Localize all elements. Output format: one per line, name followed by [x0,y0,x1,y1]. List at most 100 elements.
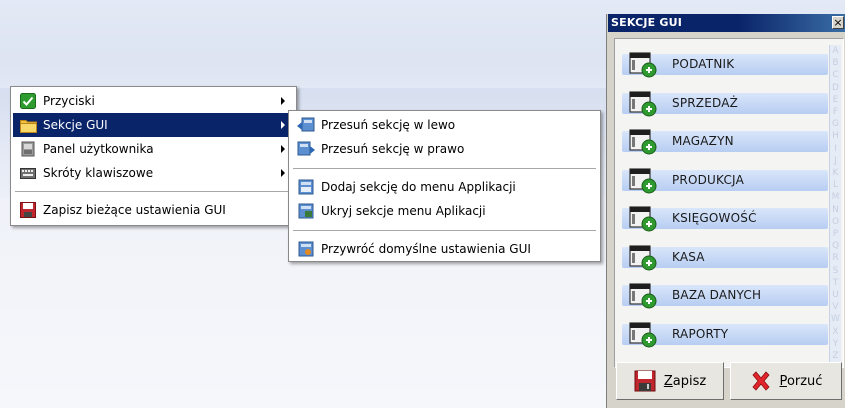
submenu-item-label: Przesuń sekcję w prawo [321,142,465,156]
hide-section-icon [297,202,315,220]
submenu-arrow-icon [281,121,285,129]
menu-item-label: Skróty klawiszowe [43,166,154,180]
submenu-item-add-section[interactable]: Dodaj sekcję do menu Applikacji [291,175,598,199]
alphabet-letter[interactable]: V [830,301,841,313]
submenu-item-label: Ukryj sekcje menu Aplikacji [321,204,486,218]
add-section-icon [297,178,315,196]
folder-icon [19,116,37,134]
submenu-arrow-icon [281,145,285,153]
menu-item-label: Panel użytkownika [43,142,154,156]
alphabet-letter[interactable]: M [830,191,841,203]
section-label: SPRZEDAŻ [672,95,739,110]
menu-separator [293,230,596,231]
section-item[interactable]: PODATNIK [620,45,828,84]
green-check-icon [19,92,37,110]
alphabet-letter[interactable]: X [830,326,841,338]
submenu-item-hide-section[interactable]: Ukryj sekcje menu Aplikacji [291,199,598,223]
cancel-button[interactable]: Porzuć [730,362,842,400]
alphabet-letter[interactable]: L [830,179,841,191]
panel-title: SEKCJE GUI [608,14,845,32]
move-left-icon [297,116,315,134]
sekcje-gui-submenu: Przesuń sekcję w lewo Przesuń sekcję w p… [288,110,601,262]
submenu-item-move-left[interactable]: Przesuń sekcję w lewo [291,113,598,137]
sections-list-area: PODATNIK SPRZEDAŻ MAGAZYN PRODUKCJA KSIĘGOWO… [614,38,844,368]
submenu-arrow-icon [281,169,285,177]
menu-item-label: Zapisz bieżące ustawienia GUI [43,203,226,217]
alphabet-letter[interactable]: U [830,289,841,301]
sections-list: PODATNIK SPRZEDAŻ MAGAZYN PRODUKCJA KSIĘGOWO… [620,45,828,353]
alphabet-letter[interactable]: N [830,204,841,216]
menu-item-przyciski[interactable]: Przyciski [13,89,294,113]
section-label: KASA [672,249,705,264]
section-item[interactable]: MAGAZYN [620,122,828,161]
alphabet-letter[interactable]: T [830,277,841,289]
add-section-icon [628,320,658,348]
submenu-item-label: Dodaj sekcję do menu Applikacji [321,180,516,194]
alphabet-letter[interactable]: E [830,94,841,106]
add-section-icon [628,89,658,117]
section-label: PRODUKCJA [672,172,744,187]
section-item[interactable]: KSIĘGOWOŚĆ [620,199,828,238]
submenu-item-move-right[interactable]: Przesuń sekcję w prawo [291,137,598,161]
user-panel-icon [19,140,37,158]
keyboard-icon [19,164,37,182]
submenu-arrow-icon [281,97,285,105]
menu-item-zapisz-ustawienia[interactable]: Zapisz bieżące ustawienia GUI [13,198,294,222]
floppy-disk-icon [634,370,656,392]
alphabet-letter[interactable]: F [830,106,841,118]
add-section-icon [628,204,658,232]
alphabet-letter[interactable]: P [830,228,841,240]
menu-item-skroty-klawiszowe[interactable]: Skróty klawiszowe [13,161,294,185]
move-right-icon [297,140,315,158]
context-menu: Przyciski Sekcje GUI Panel użytkownika S… [10,86,297,226]
menu-separator [15,191,292,192]
section-label: PODATNIK [672,57,735,72]
alphabet-letter[interactable]: J [830,155,841,167]
alphabet-letter[interactable]: I [830,143,841,155]
alphabet-letter[interactable]: C [830,69,841,81]
add-section-icon [628,243,658,271]
menu-item-panel-uzytkownika[interactable]: Panel użytkownika [13,137,294,161]
add-section-icon [628,50,658,78]
alphabet-index-strip[interactable]: ABCDEFGHIJKLMNOPQRSTUVWXYZ [829,45,841,363]
section-item[interactable]: PRODUKCJA [620,161,828,200]
menu-item-label: Sekcje GUI [43,118,108,132]
alphabet-letter[interactable]: Q [830,240,841,252]
alphabet-letter[interactable]: Y [830,338,841,350]
alphabet-letter[interactable]: H [830,130,841,142]
section-label: BAZA DANYCH [672,288,762,303]
cancel-button-label: Porzuć [779,373,823,389]
alphabet-letter[interactable]: W [830,313,841,325]
restore-defaults-icon [297,240,315,258]
section-item[interactable]: SPRZEDAŻ [620,84,828,123]
section-item[interactable]: BAZA DANYCH [620,276,828,315]
submenu-item-restore-defaults[interactable]: Przywróć domyślne ustawienia GUI [291,237,598,261]
alphabet-letter[interactable]: D [830,82,841,94]
submenu-item-label: Przywróć domyślne ustawienia GUI [321,242,531,256]
alphabet-letter[interactable]: B [830,57,841,69]
section-item[interactable]: KASA [620,238,828,277]
alphabet-letter[interactable]: G [830,118,841,130]
menu-item-sekcje-gui[interactable]: Sekcje GUI [13,113,294,137]
alphabet-letter[interactable]: Z [830,350,841,362]
add-section-icon [628,166,658,194]
alphabet-letter[interactable]: R [830,252,841,264]
red-x-icon [750,370,772,392]
section-label: RAPORTY [672,326,729,341]
floppy-disk-icon [19,201,37,219]
section-item[interactable]: RAPORTY [620,315,828,354]
alphabet-letter[interactable]: K [830,167,841,179]
add-section-icon [628,127,658,155]
section-label: MAGAZYN [672,134,734,149]
alphabet-letter[interactable]: A [830,45,841,57]
add-section-icon [628,281,658,309]
save-button[interactable]: Zapisz [616,362,724,400]
menu-item-label: Przyciski [43,94,95,108]
sections-panel: SEKCJE GUI × PODATNIK SPRZEDAŻ MAGAZYN PROD… [606,14,845,408]
section-label: KSIĘGOWOŚĆ [672,211,757,226]
menu-separator [293,168,596,169]
close-icon[interactable]: × [832,16,844,29]
alphabet-letter[interactable]: S [830,265,841,277]
save-button-label: Zapisz [663,373,707,389]
alphabet-letter[interactable]: O [830,216,841,228]
